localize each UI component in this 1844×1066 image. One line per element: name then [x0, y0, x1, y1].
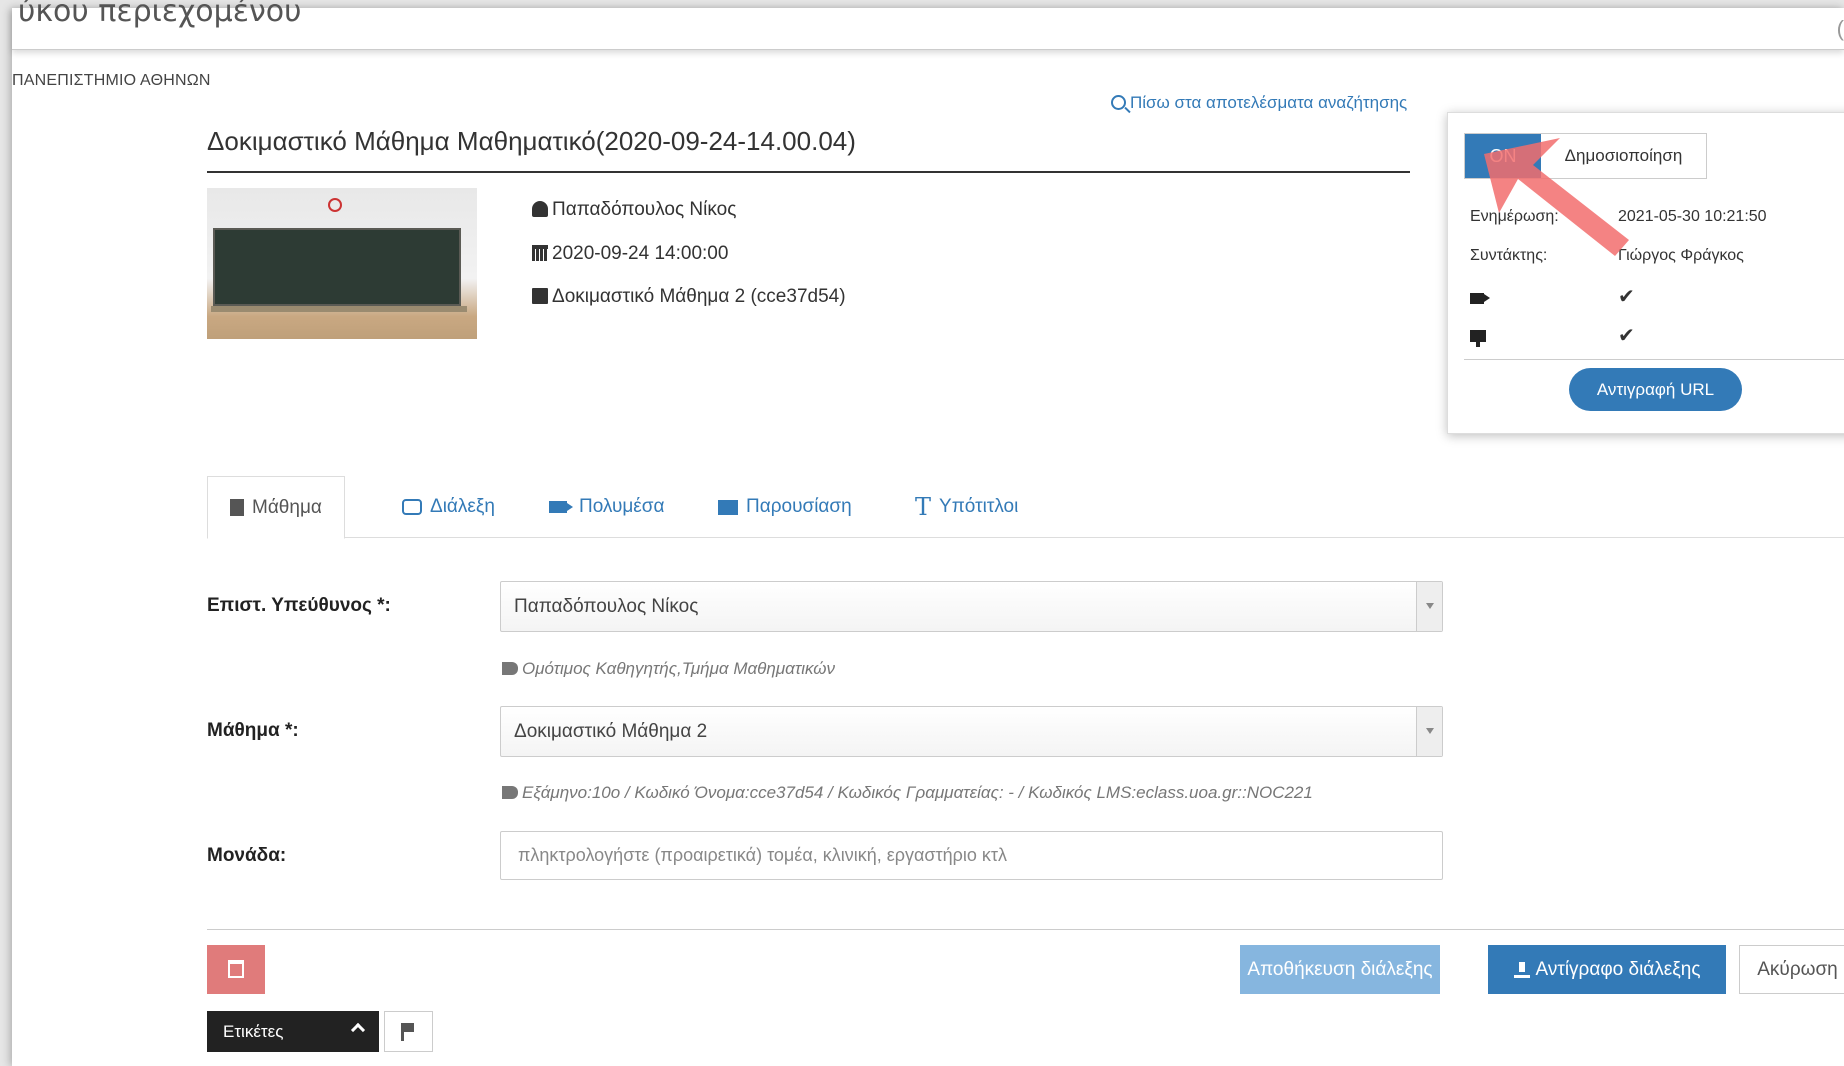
lecture-course-text: Δοκιμαστικό Μάθημα 2 (cce37d54) [552, 286, 846, 307]
tab-presentation-label: Παρουσίαση [746, 496, 852, 517]
trash-icon [228, 960, 244, 978]
video-camera-icon [1470, 291, 1490, 309]
course-hint: Εξάμηνο:10ο / Κωδικό Όνομα:cce37d54 / Κω… [502, 783, 1313, 803]
flag-icon [401, 1023, 414, 1041]
chevron-down-icon[interactable] [1416, 707, 1442, 756]
back-to-results-link[interactable]: Πίσω στα αποτελέσματα αναζήτησης [1111, 93, 1407, 113]
download-icon [1513, 961, 1530, 978]
supervisor-select[interactable]: Παπαδόπουλος Νίκος [500, 581, 1443, 632]
chevron-up-icon [350, 1022, 366, 1038]
editor-label: Συντάκτης: [1470, 247, 1548, 264]
tab-lecture[interactable]: Διάλεξη [402, 476, 495, 538]
updated-label: Ενημέρωση: [1470, 208, 1559, 225]
tag-icon [502, 662, 518, 675]
copy-url-button[interactable]: Αντιγραφή URL [1569, 368, 1742, 411]
close-icon[interactable]: ( [1837, 16, 1844, 42]
flag-button[interactable] [384, 1011, 433, 1052]
panel-divider [1464, 359, 1844, 360]
back-to-results-label: Πίσω στα αποτελέσματα αναζήτησης [1130, 93, 1408, 112]
title-divider [207, 171, 1410, 173]
presentation-icon [1470, 329, 1486, 347]
tab-media-label: Πολυμέσα [579, 496, 665, 517]
blackboard-image [213, 228, 461, 306]
video-camera-icon [549, 501, 573, 513]
save-lecture-button[interactable]: Αποθήκευση διάλεξης [1240, 945, 1440, 994]
blackboard-ledge [211, 306, 467, 312]
presentation-check-icon: ✔ [1618, 325, 1635, 347]
lecture-title: Δοκιμαστικό Μάθημα Μαθηματικό(2020-09-24… [207, 126, 856, 156]
tag-icon [502, 786, 518, 799]
lecture-tabs: Μάθημα Διάλεξη Πολυμέσα Παρουσίαση T Υπότ… [207, 476, 1844, 539]
tab-lesson-label: Μάθημα [252, 496, 322, 518]
tags-label: Ετικέτες [223, 1021, 284, 1041]
calendar-icon [532, 245, 548, 261]
lecture-thumbnail [207, 188, 477, 339]
duplicate-lecture-label: Αντίγραφο διάλεξης [1535, 958, 1701, 980]
tab-lesson[interactable]: Μάθημα [207, 476, 345, 539]
toggle-publish-label[interactable]: Δημοσιοποίηση [1541, 134, 1706, 178]
tab-lecture-label: Διάλεξη [430, 496, 495, 517]
tags-toggle-button[interactable]: Ετικέτες [207, 1011, 379, 1052]
chevron-down-icon[interactable] [1416, 582, 1442, 631]
lecture-author-text: Παπαδόπουλος Νίκος [552, 199, 737, 220]
lecture-author: Παπαδόπουλος Νίκος [532, 199, 736, 221]
supervisor-label: Επιστ. Υπεύθυνος *: [207, 595, 391, 616]
tab-presentation[interactable]: Παρουσίαση [718, 476, 852, 538]
text-icon: T [915, 493, 932, 521]
organization-name: ΠΑΝΕΠΙΣΤΗΜΙΟ ΑΘΗΝΩΝ [12, 72, 211, 89]
lecture-course: Δοκιμαστικό Μάθημα 2 (cce37d54) [532, 286, 846, 308]
course-select[interactable]: Δοκιμαστικό Μάθημα 2 [500, 706, 1443, 757]
tab-subtitles-label: Υπότιτλοι [939, 496, 1019, 517]
supervisor-hint-text: Ομότιμος Καθηγητής,Τμήμα Μαθηματικών [522, 659, 836, 678]
supervisor-hint: Ομότιμος Καθηγητής,Τμήμα Μαθηματικών [502, 659, 835, 679]
updated-value: 2021-05-30 10:21:50 [1618, 208, 1767, 225]
publish-toggle[interactable]: ON Δημοσιοποίηση [1464, 133, 1707, 179]
toggle-on-state[interactable]: ON [1465, 134, 1541, 178]
user-icon [532, 201, 548, 217]
search-icon [1111, 95, 1126, 110]
speech-bubble-icon [402, 499, 422, 515]
video-check-icon: ✔ [1618, 286, 1635, 308]
publish-panel: ON Δημοσιοποίηση Ενημέρωση: 2021-05-30 1… [1447, 112, 1844, 434]
app-window: ύκου περιεχομένου ( ΠΑΝΕΠΙΣΤΗΜΙΟ ΑΘΗΝΩΝ … [12, 0, 1844, 1066]
cancel-button[interactable]: Ακύρωση [1739, 945, 1844, 994]
editor-value: Γιώργος Φράγκος [1618, 247, 1744, 264]
presentation-icon [718, 499, 738, 515]
lecture-datetime: 2020-09-24 14:00:00 [532, 243, 728, 265]
lecture-datetime-text: 2020-09-24 14:00:00 [552, 243, 729, 264]
course-hint-text: Εξάμηνο:10ο / Κωδικό Όνομα:cce37d54 / Κω… [522, 783, 1313, 802]
no-smoking-sign-icon [328, 198, 342, 212]
tab-media[interactable]: Πολυμέσα [549, 476, 665, 538]
course-select-value: Δοκιμαστικό Μάθημα 2 [514, 720, 708, 742]
book-icon [532, 288, 548, 304]
tab-subtitles[interactable]: T Υπότιτλοι [915, 476, 1018, 538]
unit-input[interactable] [500, 831, 1443, 880]
lesson-icon [230, 499, 244, 516]
window-header: ύκου περιεχομένου ( [12, 0, 1844, 50]
unit-label: Μονάδα: [207, 845, 287, 866]
duplicate-lecture-button[interactable]: Αντίγραφο διάλεξης [1488, 945, 1726, 994]
window-title: ύκου περιεχομένου [18, 0, 302, 29]
supervisor-select-value: Παπαδόπουλος Νίκος [514, 595, 699, 617]
course-label: Μάθημα *: [207, 720, 299, 741]
footer-divider [207, 929, 1844, 930]
delete-button[interactable] [207, 945, 265, 994]
